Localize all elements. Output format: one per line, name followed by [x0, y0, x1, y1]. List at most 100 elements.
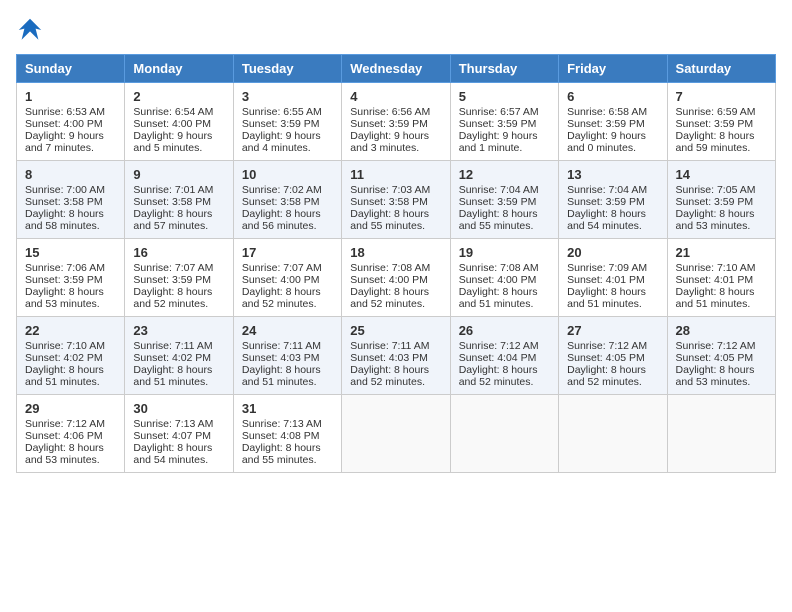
cell-line: and 54 minutes. — [133, 454, 224, 466]
cell-line: Sunrise: 7:10 AM — [676, 262, 767, 274]
cell-line: and 3 minutes. — [350, 142, 441, 154]
cell-line: Sunset: 4:00 PM — [459, 274, 550, 286]
cell-line: Sunset: 3:59 PM — [242, 118, 333, 130]
cell-line: Daylight: 8 hours — [459, 364, 550, 376]
cell-line: Daylight: 8 hours — [133, 286, 224, 298]
calendar-cell: 23 Sunrise: 7:11 AMSunset: 4:02 PMDayligh… — [125, 317, 233, 395]
cell-line: Sunset: 3:59 PM — [133, 274, 224, 286]
cell-line: Sunrise: 6:58 AM — [567, 106, 658, 118]
day-number: 10 — [242, 167, 333, 182]
cell-line: and 51 minutes. — [25, 376, 116, 388]
logo-bird-icon — [16, 16, 44, 44]
cell-line: Sunrise: 6:56 AM — [350, 106, 441, 118]
calendar-cell: 15Sunrise: 7:06 AMSunset: 3:59 PMDayligh… — [17, 239, 125, 317]
day-header-friday: Friday — [559, 55, 667, 83]
cell-line: Daylight: 8 hours — [133, 208, 224, 220]
cell-line: Daylight: 8 hours — [25, 442, 116, 454]
cell-line: Sunrise: 7:12 AM — [567, 340, 658, 352]
cell-line: and 0 minutes. — [567, 142, 658, 154]
calendar-cell: 10Sunrise: 7:02 AMSunset: 3:58 PMDayligh… — [233, 161, 341, 239]
calendar-cell: 31Sunrise: 7:13 AMSunset: 4:08 PMDayligh… — [233, 395, 341, 473]
cell-line: Sunset: 3:58 PM — [25, 196, 116, 208]
calendar-cell — [559, 395, 667, 473]
day-number: 2 — [133, 89, 224, 104]
cell-line: Sunset: 3:58 PM — [350, 196, 441, 208]
day-header-sunday: Sunday — [17, 55, 125, 83]
cell-line: Daylight: 9 hours — [350, 130, 441, 142]
day-number: 18 — [350, 245, 441, 260]
cell-line: Daylight: 8 hours — [242, 442, 333, 454]
cell-line: Daylight: 8 hours — [567, 286, 658, 298]
calendar-cell: 9Sunrise: 7:01 AMSunset: 3:58 PMDaylight… — [125, 161, 233, 239]
cell-line: Sunset: 4:00 PM — [133, 118, 224, 130]
day-number: 3 — [242, 89, 333, 104]
cell-line: Sunrise: 7:01 AM — [133, 184, 224, 196]
calendar-cell — [667, 395, 775, 473]
calendar-cell: 25Sunrise: 7:11 AMSunset: 4:03 PMDayligh… — [342, 317, 450, 395]
cell-line: Daylight: 9 hours — [567, 130, 658, 142]
cell-line: Sunrise: 6:55 AM — [242, 106, 333, 118]
cell-line: and 59 minutes. — [676, 142, 767, 154]
cell-line: Sunrise: 7:04 AM — [459, 184, 550, 196]
cell-line: Daylight: 8 hours — [25, 286, 116, 298]
day-header-wednesday: Wednesday — [342, 55, 450, 83]
cell-line: Daylight: 8 hours — [350, 208, 441, 220]
calendar-cell: 4Sunrise: 6:56 AMSunset: 3:59 PMDaylight… — [342, 83, 450, 161]
cell-line: Sunset: 4:00 PM — [25, 118, 116, 130]
cell-line: and 52 minutes. — [242, 298, 333, 310]
cell-line: Daylight: 8 hours — [133, 442, 224, 454]
cell-line: Sunrise: 7:11 AM — [242, 340, 333, 352]
calendar-cell: 8Sunrise: 7:00 AMSunset: 3:58 PMDaylight… — [17, 161, 125, 239]
cell-line: and 51 minutes. — [133, 376, 224, 388]
cell-line: Daylight: 8 hours — [676, 286, 767, 298]
calendar-cell: 11Sunrise: 7:03 AMSunset: 3:58 PMDayligh… — [342, 161, 450, 239]
cell-line: Daylight: 8 hours — [676, 208, 767, 220]
cell-line: Sunset: 3:59 PM — [459, 118, 550, 130]
cell-line: Sunrise: 7:05 AM — [676, 184, 767, 196]
cell-line: Daylight: 9 hours — [25, 130, 116, 142]
day-header-saturday: Saturday — [667, 55, 775, 83]
cell-line: Sunset: 3:59 PM — [676, 196, 767, 208]
day-number: 5 — [459, 89, 550, 104]
cell-line: Sunrise: 6:59 AM — [676, 106, 767, 118]
cell-line: Sunrise: 7:12 AM — [25, 418, 116, 430]
cell-line: Daylight: 8 hours — [242, 286, 333, 298]
calendar-cell: 2Sunrise: 6:54 AMSunset: 4:00 PMDaylight… — [125, 83, 233, 161]
cell-line: Sunrise: 7:04 AM — [567, 184, 658, 196]
day-number: 17 — [242, 245, 333, 260]
cell-line: Daylight: 8 hours — [133, 364, 224, 376]
day-number: 21 — [676, 245, 767, 260]
day-number: 30 — [133, 401, 224, 416]
calendar-cell: 19Sunrise: 7:08 AMSunset: 4:00 PMDayligh… — [450, 239, 558, 317]
calendar-cell: 1Sunrise: 6:53 AMSunset: 4:00 PMDaylight… — [17, 83, 125, 161]
cell-line: and 5 minutes. — [133, 142, 224, 154]
day-header-thursday: Thursday — [450, 55, 558, 83]
day-number: 14 — [676, 167, 767, 182]
cell-line: Daylight: 8 hours — [25, 364, 116, 376]
cell-line: and 51 minutes. — [459, 298, 550, 310]
cell-line: Sunset: 3:59 PM — [25, 274, 116, 286]
cell-line: and 53 minutes. — [676, 376, 767, 388]
cell-line: Sunset: 4:05 PM — [567, 352, 658, 364]
cell-line: and 58 minutes. — [25, 220, 116, 232]
calendar-cell: 30Sunrise: 7:13 AMSunset: 4:07 PMDayligh… — [125, 395, 233, 473]
cell-line: Sunset: 4:03 PM — [350, 352, 441, 364]
cell-line: Daylight: 8 hours — [459, 208, 550, 220]
cell-line: Sunset: 4:05 PM — [676, 352, 767, 364]
cell-line: Sunset: 4:08 PM — [242, 430, 333, 442]
day-number: 7 — [676, 89, 767, 104]
calendar-table: SundayMondayTuesdayWednesdayThursdayFrid… — [16, 54, 776, 473]
calendar-cell: 29Sunrise: 7:12 AMSunset: 4:06 PMDayligh… — [17, 395, 125, 473]
calendar-cell: 12Sunrise: 7:04 AMSunset: 3:59 PMDayligh… — [450, 161, 558, 239]
cell-line: Sunrise: 7:11 AM — [133, 340, 224, 352]
cell-line: Sunrise: 7:10 AM — [25, 340, 116, 352]
cell-line: and 52 minutes. — [133, 298, 224, 310]
day-number: 23 — [133, 323, 224, 338]
calendar-cell: 28Sunrise: 7:12 AMSunset: 4:05 PMDayligh… — [667, 317, 775, 395]
cell-line: Sunset: 4:02 PM — [133, 352, 224, 364]
cell-line: Sunset: 3:58 PM — [242, 196, 333, 208]
cell-line: Daylight: 8 hours — [242, 364, 333, 376]
cell-line: Sunrise: 7:02 AM — [242, 184, 333, 196]
cell-line: and 51 minutes. — [567, 298, 658, 310]
day-number: 8 — [25, 167, 116, 182]
